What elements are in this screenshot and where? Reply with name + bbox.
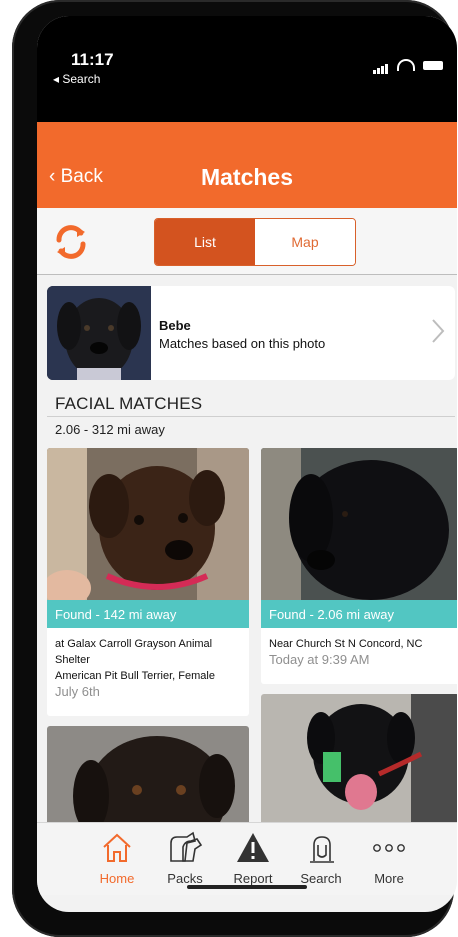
tab-map[interactable]: Map	[255, 219, 355, 265]
tab-more[interactable]: More	[353, 831, 425, 893]
match-photo	[47, 726, 249, 826]
match-location-cont: Shelter	[55, 654, 90, 666]
warning-icon	[237, 833, 269, 862]
chevron-right-icon	[432, 319, 445, 343]
screen: 11:17 ◂ Search ‹ Back Matches List Map B…	[37, 16, 457, 912]
match-details: Near Church St N Concord, NC Today at 9:…	[269, 636, 453, 668]
tab-search-label: Search	[300, 871, 342, 886]
home-indicator	[187, 885, 307, 889]
match-card[interactable]	[47, 726, 249, 826]
tab-bar: Home Packs Report Search More	[37, 822, 457, 895]
tab-packs[interactable]: Packs	[149, 831, 221, 893]
view-toggle: List Map	[154, 218, 356, 266]
home-icon	[103, 833, 131, 862]
tab-report-label: Report	[233, 871, 273, 886]
tab-packs-label: Packs	[167, 871, 203, 886]
phone-frame: 11:17 ◂ Search ‹ Back Matches List Map B…	[12, 0, 457, 937]
match-card[interactable]: Found - 2.06 mi away Near Church St N Co…	[261, 448, 457, 684]
distance-range: 2.06 - 312 mi away	[55, 422, 165, 437]
tab-report[interactable]: Report	[217, 831, 289, 893]
signal-icon	[373, 56, 389, 74]
battery-icon	[423, 60, 443, 70]
refresh-icon[interactable]	[51, 222, 91, 262]
back-to-app-link[interactable]: ◂ Search	[53, 72, 100, 86]
match-card[interactable]: Found - 142 mi away at Galax Carroll Gra…	[47, 448, 249, 716]
tab-more-label: More	[374, 871, 404, 886]
divider	[47, 416, 455, 417]
tab-search[interactable]: Search	[285, 831, 357, 893]
search-dog-icon	[310, 836, 334, 863]
match-date: July 6th	[55, 684, 100, 699]
pet-name: Bebe	[159, 318, 191, 333]
packs-icon	[170, 831, 203, 862]
system-icons	[373, 56, 443, 74]
nav-bar: ‹ Back Matches	[37, 122, 457, 208]
tab-home-label: Home	[99, 871, 135, 886]
more-dots-icon	[373, 844, 405, 852]
page-title: Matches	[200, 164, 294, 190]
toolbar: List Map	[37, 208, 457, 275]
match-location: Near Church St N Concord, NC	[269, 638, 423, 650]
tab-home[interactable]: Home	[81, 831, 153, 893]
match-card[interactable]	[261, 694, 457, 826]
tab-list[interactable]: List	[155, 219, 255, 265]
pet-subtitle: Matches based on this photo	[159, 336, 326, 351]
match-breed: American Pit Bull Terrier, Female	[55, 670, 215, 682]
match-date: Today at 9:39 AM	[269, 652, 370, 667]
match-photo	[261, 448, 457, 600]
wifi-icon	[397, 59, 415, 71]
found-banner: Found - 2.06 mi away	[261, 600, 457, 628]
match-location: at Galax Carroll Grayson Animal	[55, 638, 213, 650]
source-pet-card[interactable]: Bebe Matches based on this photo	[47, 286, 455, 380]
match-photo	[261, 694, 457, 826]
section-title: FACIAL MATCHES	[55, 394, 203, 413]
match-details: at Galax Carroll Grayson Animal Shelter …	[55, 636, 243, 700]
status-time: 11:17	[71, 50, 114, 69]
pet-photo	[47, 286, 151, 380]
status-bar: 11:17 ◂ Search	[37, 16, 457, 122]
found-banner: Found - 142 mi away	[47, 600, 249, 628]
match-photo	[47, 448, 249, 600]
